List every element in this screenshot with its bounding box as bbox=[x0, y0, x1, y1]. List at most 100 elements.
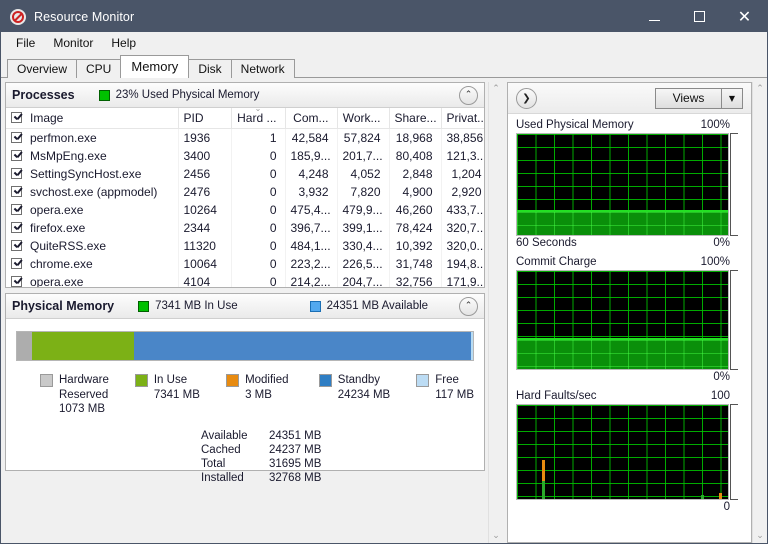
legend-swatch-standby bbox=[318, 374, 332, 387]
graphs-container: Used Physical Memory 100% 60 Seconds 0% … bbox=[508, 114, 751, 542]
physical-memory-body: Hardware Reserved 1073 MB In Use 7341 MB bbox=[6, 319, 484, 493]
chart-plot-area bbox=[516, 133, 743, 236]
stat-value: 24237 MB bbox=[269, 443, 322, 456]
scroll-up-icon[interactable]: ⌃ bbox=[756, 82, 764, 96]
column-header-commit[interactable]: Com... bbox=[285, 108, 338, 129]
scroll-down-icon[interactable]: ⌄ bbox=[756, 529, 764, 543]
table-row[interactable]: svchost.exe (appmodel) 2476 0 3,932 7,82… bbox=[6, 183, 484, 201]
legend-swatch-modified bbox=[226, 374, 240, 387]
column-header-working-set[interactable]: Work... bbox=[337, 108, 390, 129]
chart-used-physical-memory: Used Physical Memory 100% 60 Seconds 0% bbox=[516, 118, 743, 251]
legend-text-hardware-reserved: Hardware Reserved 1073 MB bbox=[59, 374, 109, 415]
process-commit-cell: 185,9... bbox=[285, 147, 338, 165]
chart-title: Commit Charge bbox=[516, 256, 597, 268]
memory-segment-in-use bbox=[32, 332, 135, 360]
column-header-image[interactable]: Image bbox=[6, 108, 179, 129]
process-pid-cell: 1936 bbox=[178, 128, 232, 147]
process-private-cell: 194,8... bbox=[441, 255, 484, 273]
title-bar: Resource Monitor ✕ bbox=[1, 1, 767, 32]
column-header-hard-faults[interactable]: ⌄ Hard ... bbox=[231, 108, 286, 129]
row-checkbox[interactable] bbox=[11, 258, 22, 269]
row-checkbox[interactable] bbox=[11, 240, 22, 251]
memory-segment-standby bbox=[134, 332, 472, 360]
process-pid-cell: 2456 bbox=[178, 165, 232, 183]
scroll-down-icon[interactable]: ⌄ bbox=[492, 529, 500, 543]
chevron-down-icon[interactable]: ▼ bbox=[721, 88, 742, 108]
processes-status: 23% Used Physical Memory bbox=[98, 89, 259, 101]
expand-panel-icon[interactable]: ❯ bbox=[516, 87, 537, 109]
row-checkbox[interactable] bbox=[11, 150, 22, 161]
physical-memory-collapse-icon[interactable]: ⌃ bbox=[459, 296, 478, 316]
chart-commit-charge: Commit Charge 100% 0% bbox=[516, 255, 743, 385]
process-pid-cell: 2344 bbox=[178, 219, 232, 237]
stat-value: 31695 MB bbox=[269, 457, 322, 470]
menu-monitor[interactable]: Monitor bbox=[44, 34, 102, 52]
table-row[interactable]: opera.exe 4104 0 214,2... 204,7... 32,75… bbox=[6, 273, 484, 287]
scroll-up-icon[interactable]: ⌃ bbox=[492, 82, 500, 96]
chart-canvas bbox=[516, 404, 729, 500]
row-checkbox[interactable] bbox=[11, 204, 22, 215]
process-working-cell: 57,824 bbox=[337, 128, 390, 147]
tab-overview[interactable]: Overview bbox=[7, 59, 78, 78]
right-pane-scrollbar[interactable]: ⌃ ⌄ bbox=[752, 82, 767, 543]
process-pid-cell: 2476 bbox=[178, 183, 232, 201]
tab-network[interactable]: Network bbox=[230, 59, 295, 78]
tab-strip: Overview CPU Memory Disk Network bbox=[1, 53, 767, 78]
process-hard-faults-cell: 1 bbox=[231, 128, 286, 147]
stat-value: 24351 MB bbox=[269, 429, 322, 442]
tab-memory[interactable]: Memory bbox=[120, 55, 190, 78]
legend-text-modified: Modified 3 MB bbox=[245, 374, 289, 401]
table-row[interactable]: SettingSyncHost.exe 2456 0 4,248 4,052 2… bbox=[6, 165, 484, 183]
table-row[interactable]: chrome.exe 10064 0 223,2... 226,5... 31,… bbox=[6, 255, 484, 273]
chart-footer: 60 Seconds 0% bbox=[516, 236, 743, 251]
physical-memory-header: Physical Memory 7341 MB In Use 24351 MB … bbox=[6, 294, 484, 319]
processes-collapse-icon[interactable]: ⌃ bbox=[459, 85, 478, 105]
row-checkbox[interactable] bbox=[11, 168, 22, 179]
scroll-track[interactable] bbox=[753, 96, 767, 529]
memory-bar bbox=[16, 331, 474, 361]
table-row[interactable]: firefox.exe 2344 0 396,7... 399,1... 78,… bbox=[6, 219, 484, 237]
table-row[interactable]: QuiteRSS.exe 11320 0 484,1... 330,4... 1… bbox=[6, 237, 484, 255]
process-image-cell: opera.exe bbox=[6, 273, 179, 287]
stat-key: Installed bbox=[201, 471, 244, 484]
minimize-button[interactable] bbox=[632, 1, 677, 32]
select-all-checkbox[interactable] bbox=[11, 112, 22, 123]
row-checkbox[interactable] bbox=[11, 222, 22, 233]
in-use-swatch bbox=[138, 300, 150, 312]
scroll-track[interactable] bbox=[489, 96, 503, 529]
legend-item-in-use: In Use 7341 MB bbox=[134, 373, 200, 417]
menu-file[interactable]: File bbox=[7, 34, 44, 52]
maximize-button[interactable] bbox=[677, 1, 722, 32]
legend-text-standby: Standby 24234 MB bbox=[337, 374, 391, 401]
views-button[interactable]: Views ▼ bbox=[655, 87, 743, 109]
row-checkbox[interactable] bbox=[11, 132, 22, 143]
process-commit-cell: 484,1... bbox=[285, 237, 338, 255]
table-row[interactable]: perfmon.exe 1936 1 42,584 57,824 18,968 … bbox=[6, 128, 484, 147]
table-row[interactable]: MsMpEng.exe 3400 0 185,9... 201,7... 80,… bbox=[6, 147, 484, 165]
column-header-private[interactable]: Privat... bbox=[441, 108, 484, 129]
graphs-toolbar: ❯ Views ▼ bbox=[508, 83, 751, 114]
process-pid-cell: 4104 bbox=[178, 273, 232, 287]
row-checkbox[interactable] bbox=[11, 276, 22, 287]
menu-help[interactable]: Help bbox=[102, 34, 145, 52]
left-pane-scrollbar[interactable]: ⌃ ⌄ bbox=[488, 82, 503, 543]
process-working-cell: 330,4... bbox=[337, 237, 390, 255]
process-private-cell: 320,7... bbox=[441, 219, 484, 237]
row-checkbox[interactable] bbox=[11, 186, 22, 197]
chart-ymin-label: 0% bbox=[713, 371, 730, 383]
process-private-cell: 171,9... bbox=[441, 273, 484, 287]
column-header-shareable[interactable]: Share... bbox=[389, 108, 442, 129]
tab-cpu[interactable]: CPU bbox=[76, 59, 122, 78]
process-image-cell: QuiteRSS.exe bbox=[6, 237, 179, 255]
chart-ymin-label: 0 bbox=[723, 501, 730, 513]
close-icon[interactable]: ✕ bbox=[722, 1, 767, 32]
available-swatch bbox=[309, 300, 321, 312]
process-image-cell: SettingSyncHost.exe bbox=[6, 165, 179, 183]
table-row[interactable]: opera.exe 10264 0 475,4... 479,9... 46,2… bbox=[6, 201, 484, 219]
chart-hard-faults: Hard Faults/sec 100 0 bbox=[516, 389, 743, 515]
tab-disk[interactable]: Disk bbox=[188, 59, 232, 78]
chart-grid bbox=[517, 405, 728, 499]
process-commit-cell: 396,7... bbox=[285, 219, 338, 237]
column-header-pid[interactable]: PID bbox=[178, 108, 232, 129]
chart-ymax-label: 100% bbox=[700, 256, 730, 268]
